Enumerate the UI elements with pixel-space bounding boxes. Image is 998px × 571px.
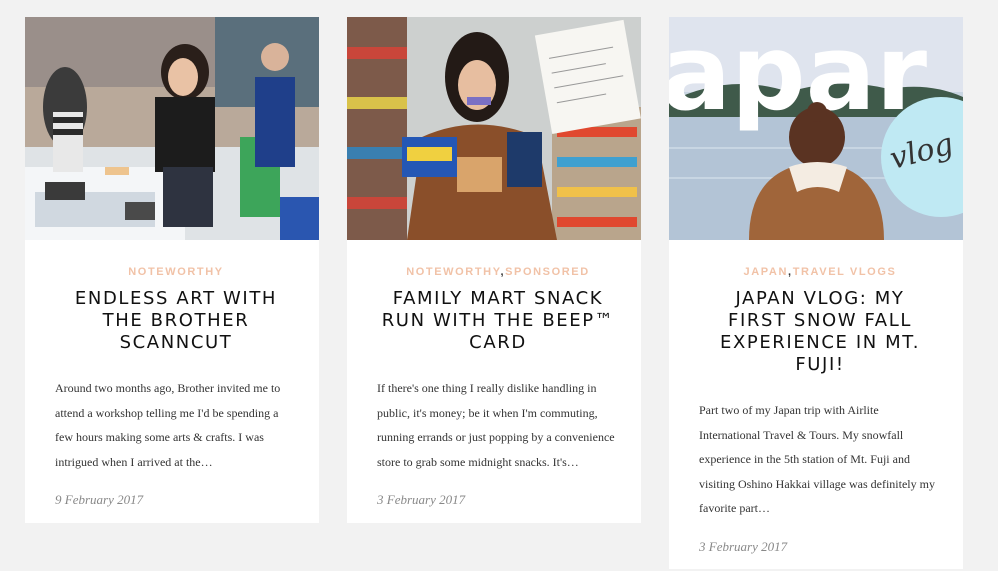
category-link[interactable]: TRAVEL VLOGS <box>793 266 897 278</box>
post-date: 3 February 2017 <box>377 492 466 507</box>
lake-photo: apar vlog # <box>669 17 963 240</box>
post-date: 9 February 2017 <box>55 492 144 507</box>
category-link[interactable]: JAPAN <box>744 266 788 278</box>
post-thumbnail[interactable] <box>347 17 641 240</box>
post-title[interactable]: JAPAN VLOG: MY FIRST SNOW FALL EXPERIENC… <box>699 288 941 376</box>
post-excerpt: Around two months ago, Brother invited m… <box>55 381 281 469</box>
category-link[interactable]: SPONSORED <box>505 266 590 278</box>
post-excerpt: If there's one thing I really dislike ha… <box>377 381 615 469</box>
post-categories: JAPAN,TRAVEL VLOGS <box>699 266 941 280</box>
category-link[interactable]: NOTEWORTHY <box>128 266 223 278</box>
post-thumbnail[interactable]: apar vlog # <box>669 17 963 240</box>
post-excerpt: Part two of my Japan trip with Airlite I… <box>699 403 935 515</box>
post-card: apar vlog # JAPAN,TRAVEL VLOGS JAPAN VLO… <box>669 17 963 569</box>
post-thumbnail[interactable] <box>25 17 319 240</box>
category-link[interactable]: NOTEWORTHY <box>406 266 500 278</box>
post-date: 3 February 2017 <box>699 538 788 554</box>
post-categories: NOTEWORTHY,SPONSORED <box>377 266 619 280</box>
post-title[interactable]: FAMILY MART SNACK RUN WITH THE BEEP™ CAR… <box>377 288 619 354</box>
post-card: NOTEWORTHY,SPONSORED FAMILY MART SNACK R… <box>347 17 641 523</box>
workshop-photo <box>25 17 319 240</box>
post-card: NOTEWORTHY ENDLESS ART WITH THE BROTHER … <box>25 17 319 523</box>
post-categories: NOTEWORTHY <box>55 266 297 280</box>
convenience-store-photo <box>347 17 641 240</box>
post-title[interactable]: ENDLESS ART WITH THE BROTHER SCANNCUT <box>55 288 297 354</box>
